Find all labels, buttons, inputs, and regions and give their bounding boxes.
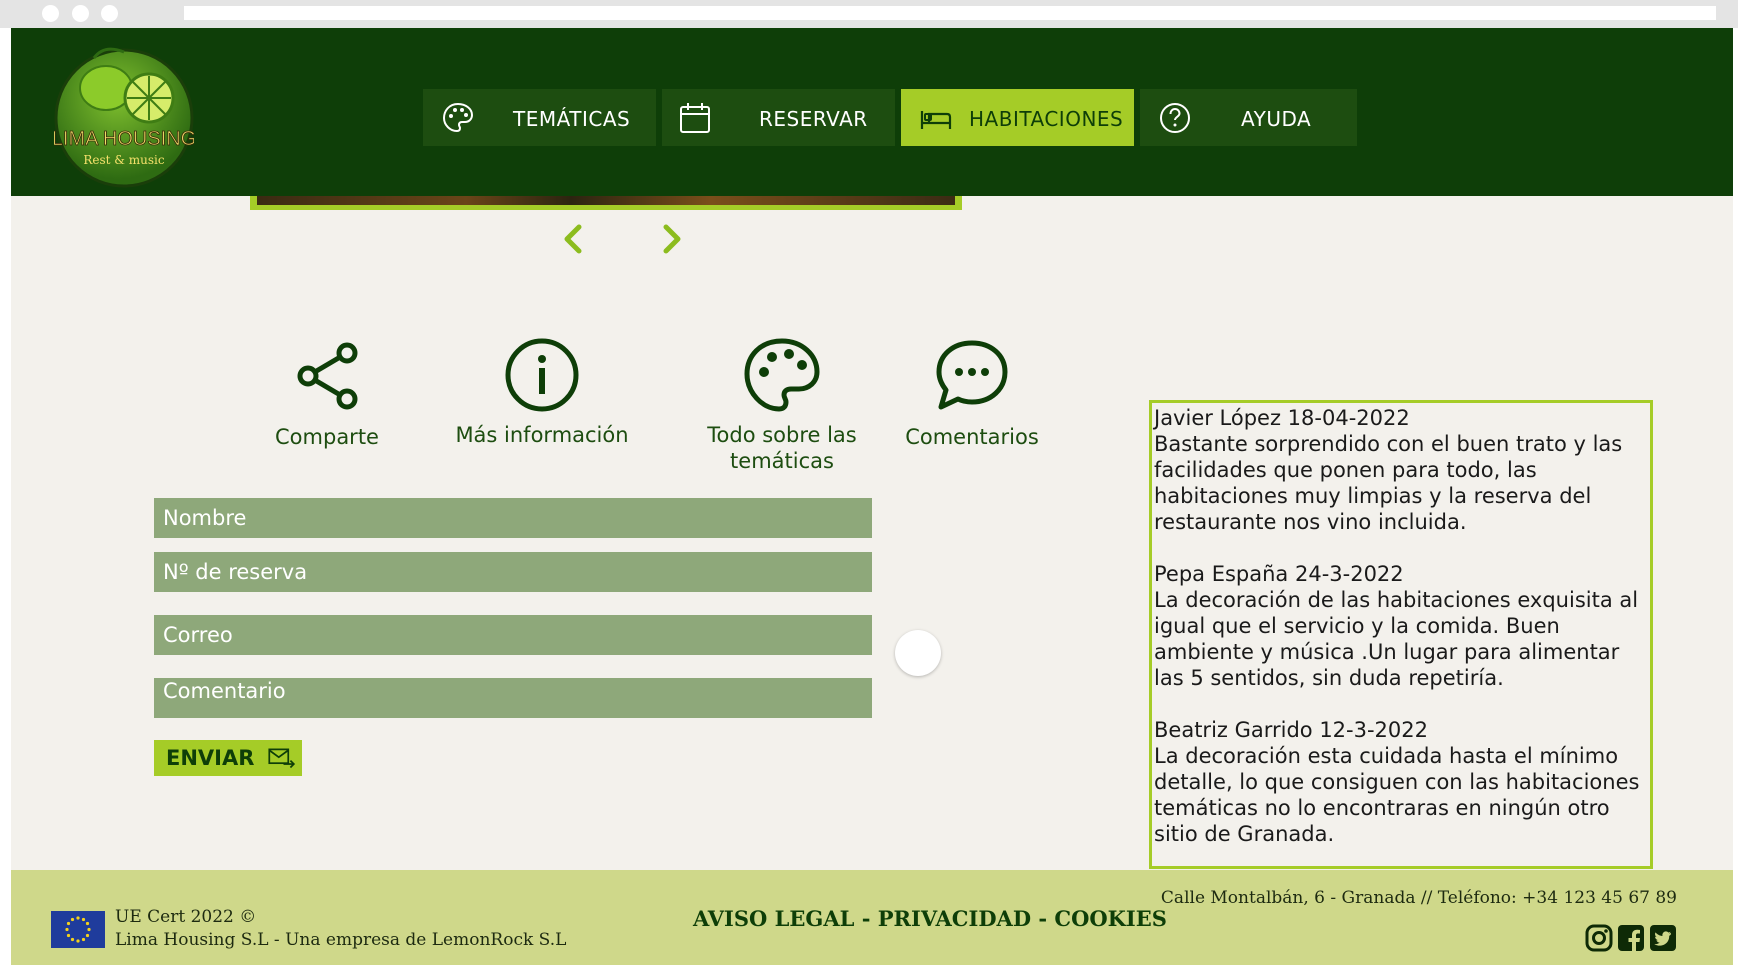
palette-icon bbox=[442, 102, 474, 133]
lima-housing-logo[interactable]: LIMA HOUSING Rest & music bbox=[54, 38, 194, 188]
page: LIMA HOUSING Rest & music TEMÁTICAS RESE… bbox=[11, 28, 1733, 965]
review-author: Javier López 18-04-2022 bbox=[1154, 406, 1410, 430]
nav-habitaciones-label: HABITACIONES bbox=[969, 107, 1124, 131]
review-text: La decoración esta cuidada hasta el míni… bbox=[1154, 744, 1640, 846]
nav-tematicas-button[interactable]: TEMÁTICAS bbox=[423, 89, 656, 146]
feature-more-info-label: Más información bbox=[455, 423, 629, 447]
window-minimize-dot[interactable] bbox=[72, 5, 89, 22]
company-line: Lima Housing S.L - Una empresa de LemonR… bbox=[115, 930, 567, 950]
twitter-icon[interactable] bbox=[1649, 924, 1677, 952]
bed-icon bbox=[920, 111, 952, 129]
site-header: LIMA HOUSING Rest & music TEMÁTICAS RESE… bbox=[11, 28, 1733, 196]
address-bar[interactable] bbox=[184, 6, 1716, 20]
eu-flag-icon bbox=[51, 911, 105, 948]
review-item: Beatriz Garrido 12-3-2022 La decoración … bbox=[1154, 717, 1648, 847]
nav-habitaciones-button[interactable]: HABITACIONES bbox=[901, 89, 1134, 146]
review-author: Pepa España 24-3-2022 bbox=[1154, 562, 1404, 586]
palette-icon bbox=[744, 338, 820, 412]
carousel-prev-icon[interactable] bbox=[559, 221, 589, 257]
review-author: Beatriz Garrido 12-3-2022 bbox=[1154, 718, 1429, 742]
browser-chrome bbox=[0, 0, 1738, 28]
site-footer: UE Cert 2022 © Lima Housing S.L - Una em… bbox=[11, 870, 1733, 965]
review-item: Pepa España 24-3-2022 La decoración de l… bbox=[1154, 561, 1648, 691]
send-button-label: ENVIAR bbox=[166, 746, 255, 770]
review-text: La decoración de las habitaciones exquis… bbox=[1154, 588, 1639, 690]
feature-comments[interactable]: Comentarios bbox=[892, 336, 1052, 450]
cert-line: UE Cert 2022 © bbox=[115, 907, 257, 927]
carousel-image bbox=[257, 196, 955, 205]
feature-share-label: Comparte bbox=[275, 425, 379, 449]
nav-tematicas-label: TEMÁTICAS bbox=[513, 107, 631, 131]
window-maximize-dot[interactable] bbox=[101, 5, 118, 22]
name-field[interactable] bbox=[154, 498, 872, 538]
nav-reservar-label: RESERVAR bbox=[759, 107, 868, 131]
nav-reservar-button[interactable]: RESERVAR bbox=[662, 89, 895, 146]
help-icon bbox=[1160, 103, 1190, 133]
contact-address: Calle Montalbán, 6 - Granada // Teléfono… bbox=[1160, 888, 1677, 908]
info-icon bbox=[505, 338, 579, 412]
certification-text: UE Cert 2022 © Lima Housing S.L - Una em… bbox=[115, 906, 566, 952]
send-button[interactable]: ENVIAR bbox=[154, 740, 302, 776]
feature-themes-label: Todo sobre las temáticas bbox=[707, 423, 857, 473]
feature-comments-label: Comentarios bbox=[905, 425, 1039, 449]
nav-ayuda-button[interactable]: AYUDA bbox=[1140, 89, 1357, 146]
logo-tagline: Rest & music bbox=[83, 153, 165, 167]
feature-more-info[interactable]: Más información bbox=[447, 336, 637, 448]
legal-links[interactable]: AVISO LEGAL - PRIVACIDAD - COOKIES bbox=[693, 906, 1167, 931]
reviews-box: Javier López 18-04-2022 Bastante sorpren… bbox=[1149, 400, 1653, 869]
facebook-icon[interactable] bbox=[1617, 924, 1645, 952]
share-icon bbox=[297, 342, 358, 410]
window-close-dot[interactable] bbox=[42, 5, 59, 22]
nav-ayuda-label: AYUDA bbox=[1241, 107, 1312, 131]
send-mail-icon bbox=[268, 748, 296, 769]
comment-field[interactable] bbox=[154, 678, 872, 718]
review-item: Javier López 18-04-2022 Bastante sorpren… bbox=[1154, 405, 1648, 535]
comments-icon bbox=[936, 340, 1008, 410]
toggle-knob[interactable] bbox=[895, 630, 941, 676]
email-field[interactable] bbox=[154, 615, 872, 655]
feature-themes[interactable]: Todo sobre las temáticas bbox=[687, 336, 877, 474]
carousel-next-icon[interactable] bbox=[656, 221, 686, 257]
booking-number-field[interactable] bbox=[154, 552, 872, 592]
instagram-icon[interactable] bbox=[1585, 924, 1613, 952]
review-text: Bastante sorprendido con el buen trato y… bbox=[1154, 432, 1623, 534]
logo-title: LIMA HOUSING bbox=[54, 128, 194, 150]
calendar-icon bbox=[680, 103, 710, 133]
feature-share[interactable]: Comparte bbox=[247, 336, 407, 450]
